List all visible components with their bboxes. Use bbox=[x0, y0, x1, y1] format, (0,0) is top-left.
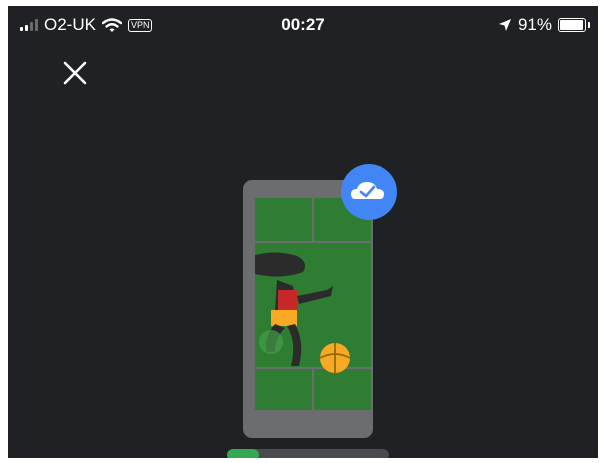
upload-progress-fill bbox=[227, 449, 260, 458]
close-icon[interactable] bbox=[60, 58, 90, 88]
location-arrow-icon bbox=[498, 19, 511, 31]
battery-icon bbox=[558, 18, 590, 32]
screen: O2-UK VPN 00:27 91% bbox=[8, 6, 598, 458]
battery-percentage: 91% bbox=[517, 15, 552, 34]
phone-illustration bbox=[243, 164, 397, 438]
status-bar: O2-UK VPN 00:27 91% bbox=[8, 6, 598, 46]
status-right: 91% bbox=[498, 15, 590, 35]
upload-progress-bar bbox=[227, 449, 389, 458]
